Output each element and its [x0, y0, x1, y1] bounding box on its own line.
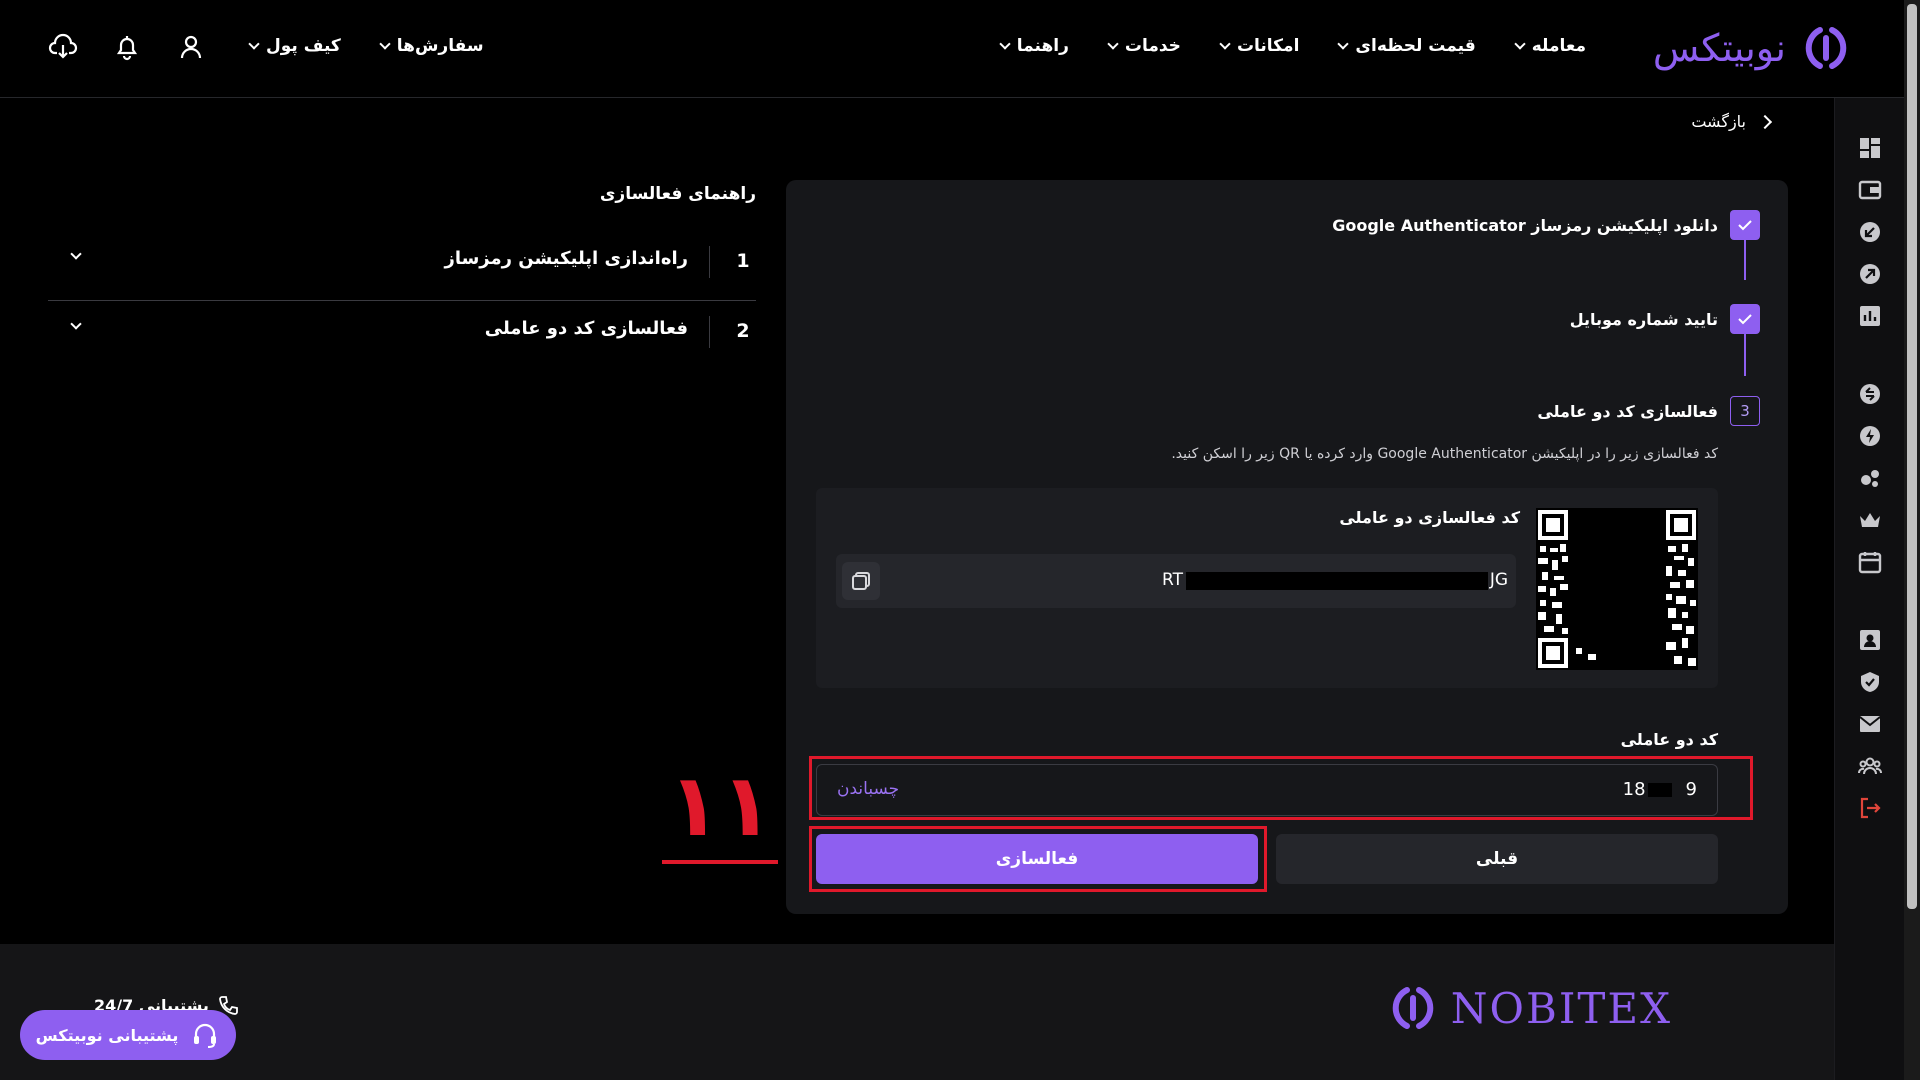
- check-icon: [1730, 304, 1760, 334]
- chevron-down-icon: [1107, 38, 1119, 50]
- chevron-down-icon: [379, 38, 391, 50]
- chevron-down-icon: [999, 38, 1011, 50]
- exchange-icon[interactable]: [1858, 382, 1882, 406]
- activation-instruction: کد فعالسازی زیر را در اپلیکیشن Google Au…: [1171, 446, 1718, 462]
- highlight-activate-box: [809, 826, 1267, 892]
- divider: [709, 246, 710, 278]
- nav-item-prices[interactable]: قیمت لحظه‌ای: [1337, 36, 1476, 56]
- activation-code-end: JG: [1489, 570, 1508, 590]
- deposit-icon[interactable]: [1858, 220, 1882, 244]
- lightning-icon[interactable]: [1858, 424, 1882, 448]
- bell-icon[interactable]: [112, 32, 142, 62]
- scrollbar-thumb[interactable]: [1907, 4, 1917, 909]
- user-nav: سفارش‌ها کیف پول: [248, 36, 484, 56]
- step-label: تایید شماره موبایل: [1569, 309, 1718, 329]
- nav-item-orders[interactable]: سفارش‌ها: [379, 36, 484, 56]
- activation-code-start: RT: [1162, 570, 1183, 590]
- referral-users-icon[interactable]: [1858, 754, 1882, 778]
- nav-label: راهنما: [1016, 36, 1069, 56]
- security-shield-icon[interactable]: [1858, 670, 1882, 694]
- step-number: 3: [1730, 396, 1760, 426]
- copy-icon: [852, 572, 870, 590]
- chevron-down-icon: [1337, 38, 1350, 50]
- top-navbar: نوبیتکس معامله قیمت لحظه‌ای امکانات خدما…: [0, 0, 1904, 98]
- footer: NOBITEX پشتیبانی 24/7: [0, 944, 1834, 1080]
- chevron-right-icon: [1757, 114, 1773, 129]
- calendar-icon[interactable]: [1858, 550, 1882, 574]
- copy-button[interactable]: [842, 562, 880, 600]
- nav-item-trade[interactable]: معامله: [1514, 36, 1586, 56]
- footer-brand-name: NOBITEX: [1450, 983, 1672, 1033]
- guide-item-title: راه‌اندازی اپلیکیشن رمزساز: [444, 248, 688, 269]
- check-icon: [1730, 210, 1760, 240]
- footer-logo[interactable]: NOBITEX: [1387, 982, 1672, 1034]
- guide-title: راهنمای فعالسازی: [599, 184, 756, 204]
- back-label: بازگشت: [1691, 112, 1746, 131]
- user-icon[interactable]: [176, 32, 206, 62]
- guide-item-number: 2: [736, 320, 750, 342]
- nav-item-wallet[interactable]: کیف پول: [248, 36, 341, 56]
- chevron-down-icon: [1514, 38, 1526, 50]
- stepper-connector: [1744, 330, 1746, 376]
- redaction-mask: [1186, 572, 1488, 590]
- chevron-down-icon: [248, 38, 260, 50]
- nav-label: خدمات: [1124, 36, 1181, 56]
- dashboard-icon[interactable]: [1858, 136, 1882, 160]
- staking-icon[interactable]: [1858, 466, 1882, 490]
- step-label: فعالسازی کد دو عاملی: [1537, 401, 1718, 421]
- support-label: پشتیبانی نوبیتکس: [35, 1025, 179, 1045]
- support-chat-button[interactable]: پشتیبانی نوبیتکس: [20, 1010, 236, 1060]
- chevron-down-icon: [70, 248, 82, 260]
- wallet-icon[interactable]: [1858, 178, 1882, 202]
- nav-label: قیمت لحظه‌ای: [1355, 36, 1476, 56]
- annotation-underline: [662, 860, 778, 864]
- mail-icon[interactable]: [1858, 712, 1882, 736]
- brand-name: نوبیتکس: [1652, 26, 1786, 70]
- page-scrollbar[interactable]: [1904, 0, 1920, 1080]
- divider: [709, 316, 710, 348]
- nobitex-logo-icon: [1392, 987, 1433, 1029]
- main-nav: معامله قیمت لحظه‌ای امکانات خدمات راهنما: [999, 36, 1586, 56]
- nav-label: امکانات: [1236, 36, 1300, 56]
- brand-logo[interactable]: نوبیتکس: [1653, 22, 1852, 74]
- profile-card-icon[interactable]: [1858, 628, 1882, 652]
- previous-button[interactable]: قبلی: [1276, 834, 1718, 884]
- nav-item-features[interactable]: امکانات: [1219, 36, 1300, 56]
- two-factor-code-label: کد دو عاملی: [1620, 730, 1718, 749]
- guide-item-setup-app[interactable]: 1 راه‌اندازی اپلیکیشن رمزساز: [48, 228, 756, 298]
- nav-item-services[interactable]: خدمات: [1107, 36, 1181, 56]
- activation-code-label: کد فعالسازی دو عاملی: [1339, 508, 1520, 527]
- step-activate-2fa: 3 فعالسازی کد دو عاملی: [1537, 396, 1760, 426]
- activation-code-panel: کد فعالسازی دو عاملی JG RT: [816, 488, 1718, 688]
- crown-icon[interactable]: [1858, 508, 1882, 532]
- guide-item-number: 1: [736, 250, 750, 272]
- nav-label: سفارش‌ها: [396, 36, 484, 56]
- chevron-down-icon: [70, 318, 82, 330]
- annotation-number: ١١: [668, 756, 773, 856]
- chevron-down-icon: [1219, 38, 1231, 50]
- step-label: دانلود اپلیکیشن رمزساز Google Authentica…: [1332, 215, 1718, 235]
- nav-label: کیف پول: [266, 36, 341, 56]
- nobitex-logo-icon: [1805, 27, 1847, 69]
- guide-item-title: فعالسازی کد دو عاملی: [484, 318, 688, 339]
- logout-icon[interactable]: [1858, 796, 1882, 820]
- report-chart-icon[interactable]: [1858, 304, 1882, 328]
- highlight-input-box: [809, 756, 1753, 820]
- activation-code-field: JG RT: [836, 554, 1516, 608]
- download-app-icon[interactable]: [48, 32, 78, 62]
- headset-icon: [194, 1023, 217, 1048]
- top-icon-group: [48, 32, 206, 62]
- nav-label: معامله: [1531, 36, 1586, 56]
- nav-item-help[interactable]: راهنما: [999, 36, 1069, 56]
- dashboard-sidebar: [1834, 98, 1904, 1080]
- step-verify-mobile: تایید شماره موبایل: [1570, 304, 1760, 334]
- back-link[interactable]: بازگشت: [1691, 112, 1773, 131]
- qr-code: [1536, 508, 1698, 670]
- withdraw-icon[interactable]: [1858, 262, 1882, 286]
- stepper-connector: [1744, 240, 1746, 280]
- step-download-app: دانلود اپلیکیشن رمزساز Google Authentica…: [1332, 210, 1760, 240]
- guide-item-activate-2fa[interactable]: 2 فعالسازی کد دو عاملی: [48, 298, 756, 368]
